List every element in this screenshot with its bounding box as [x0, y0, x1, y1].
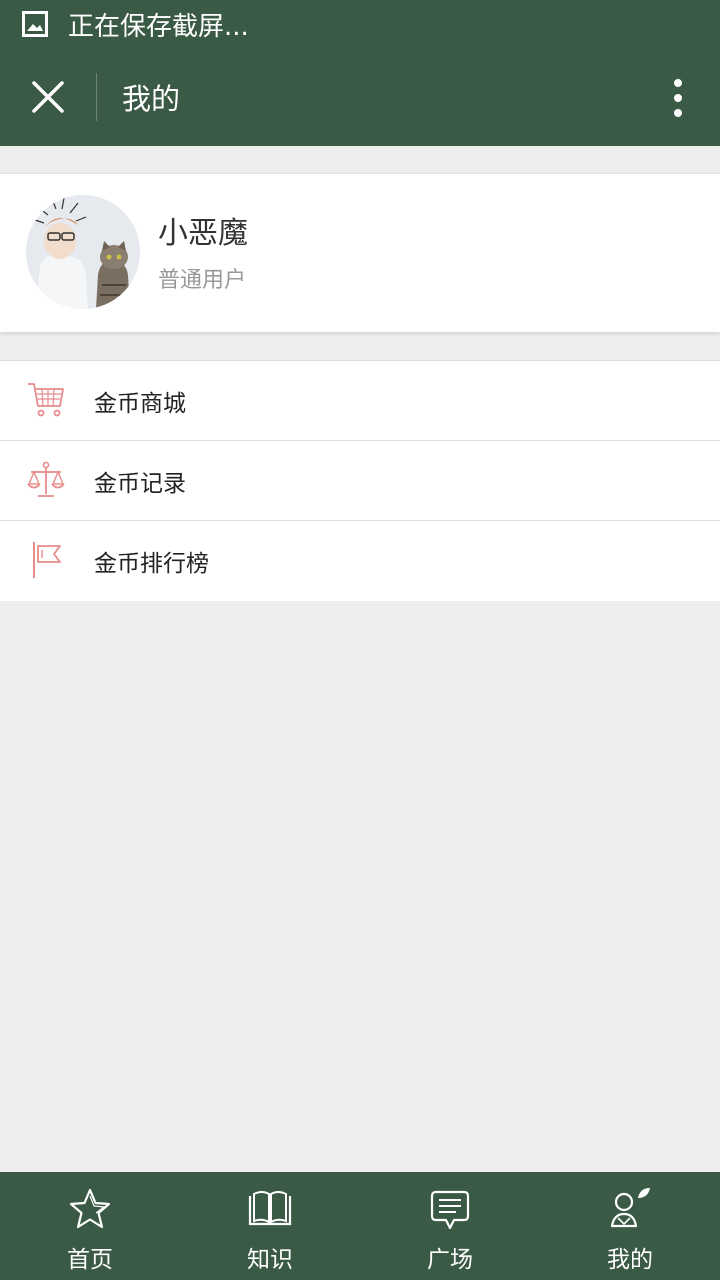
scale-icon — [27, 461, 65, 497]
cart-icon — [28, 383, 64, 417]
tab-label: 广场 — [427, 1247, 473, 1273]
tab-label: 我的 — [607, 1247, 653, 1273]
user-role: 普通用户 — [158, 268, 247, 293]
menu-item-coin-mall[interactable]: 金币商城 — [0, 361, 720, 441]
toolbar-divider — [96, 73, 97, 121]
top-toolbar: 我的 — [0, 48, 720, 146]
tab-mine[interactable]: 我的 — [540, 1172, 720, 1280]
menu-list: 金币商城 金币记录 金币排行榜 — [0, 360, 720, 601]
tab-label: 首页 — [67, 1247, 113, 1273]
tab-label: 知识 — [247, 1247, 293, 1273]
more-options-button[interactable] — [666, 78, 690, 118]
screenshot-icon — [22, 11, 48, 37]
menu-item-label: 金币商城 — [94, 390, 186, 417]
profile-card[interactable]: 小恶魔 普通用户 — [0, 173, 720, 332]
bottom-tab-bar: 首页 知识 广场 我的 — [0, 1172, 720, 1280]
close-icon — [32, 81, 64, 113]
star-icon — [69, 1188, 111, 1229]
book-icon — [248, 1191, 292, 1226]
tab-home[interactable]: 首页 — [0, 1172, 180, 1280]
tab-knowledge[interactable]: 知识 — [180, 1172, 360, 1280]
avatar[interactable] — [26, 195, 140, 309]
person-leaf-icon — [610, 1188, 650, 1228]
user-name: 小恶魔 — [158, 216, 248, 251]
more-vertical-icon — [674, 79, 682, 117]
menu-item-coin-records[interactable]: 金币记录 — [0, 441, 720, 521]
status-bar: 正在保存截屏... — [0, 0, 720, 48]
page-title: 我的 — [122, 82, 181, 116]
chat-icon — [430, 1190, 470, 1230]
menu-item-coin-leaderboard[interactable]: 金币排行榜 — [0, 521, 720, 601]
flag-icon — [33, 542, 61, 578]
avatar-image — [26, 195, 140, 309]
menu-item-label: 金币排行榜 — [94, 551, 209, 577]
menu-item-label: 金币记录 — [94, 470, 186, 497]
tab-square[interactable]: 广场 — [360, 1172, 540, 1280]
status-text: 正在保存截屏... — [68, 11, 249, 42]
close-button[interactable] — [0, 48, 96, 146]
